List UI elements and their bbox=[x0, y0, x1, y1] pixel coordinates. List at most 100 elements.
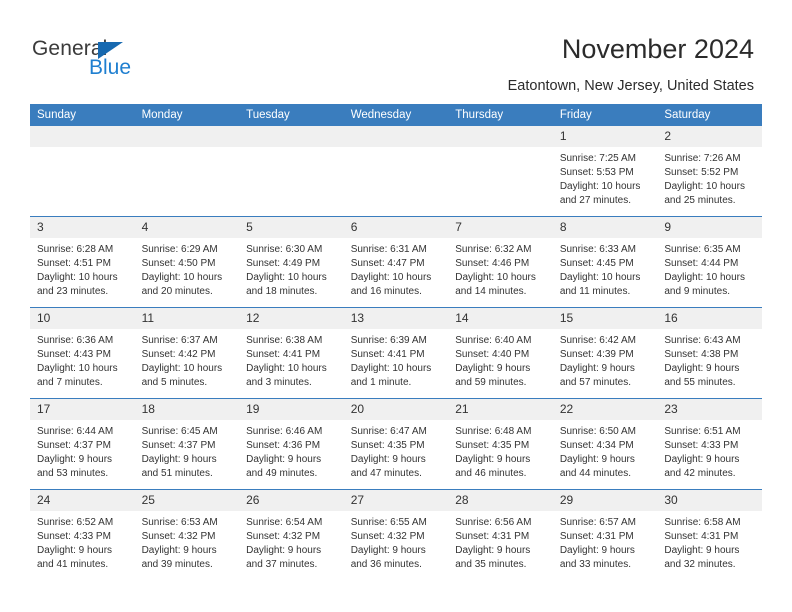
page-header: General Blue November 2024 Eatontown, Ne… bbox=[0, 0, 792, 100]
calendar-day-cell[interactable]: 12 Sunrise: 6:38 AM Sunset: 4:41 PM Dayligh… bbox=[239, 307, 344, 399]
day-number: 22 bbox=[552, 399, 658, 420]
day-number: 26 bbox=[239, 490, 344, 511]
daylight-duration-line2: and 41 minutes. bbox=[37, 559, 109, 570]
calendar-day-cell[interactable]: 25 Sunrise: 6:53 AM Sunset: 4:32 PM Dayligh… bbox=[134, 489, 240, 580]
day-number: 7 bbox=[448, 217, 553, 238]
sunrise-time: Sunrise: 6:53 AM bbox=[141, 517, 218, 528]
daylight-duration-line2: and 47 minutes. bbox=[350, 468, 422, 479]
calendar-day-cell[interactable]: 18 Sunrise: 6:45 AM Sunset: 4:37 PM Dayligh… bbox=[134, 398, 240, 490]
calendar-day-cell[interactable]: 23 Sunrise: 6:51 AM Sunset: 4:33 PM Dayligh… bbox=[657, 398, 762, 490]
day-number: 21 bbox=[448, 399, 553, 420]
sunset-time: Sunset: 4:33 PM bbox=[664, 440, 739, 451]
day-details: Sunrise: 7:26 AM Sunset: 5:52 PM Daylight:… bbox=[657, 147, 762, 208]
calendar-day-cell[interactable]: 14 Sunrise: 6:40 AM Sunset: 4:40 PM Dayligh… bbox=[448, 307, 553, 399]
calendar-day-cell[interactable]: 5 Sunrise: 6:30 AM Sunset: 4:49 PM Daylight… bbox=[239, 216, 344, 308]
calendar-day-cell[interactable]: 29 Sunrise: 6:57 AM Sunset: 4:31 PM Dayligh… bbox=[552, 489, 658, 580]
calendar-day-cell[interactable]: 24 Sunrise: 6:52 AM Sunset: 4:33 PM Dayligh… bbox=[30, 489, 135, 580]
daylight-duration-line2: and 5 minutes. bbox=[141, 377, 208, 388]
daylight-duration-line1: Daylight: 10 hours bbox=[246, 363, 327, 374]
calendar-day-cell[interactable]: 20 Sunrise: 6:47 AM Sunset: 4:35 PM Dayligh… bbox=[343, 398, 449, 490]
daylight-duration-line2: and 20 minutes. bbox=[141, 286, 213, 297]
sunrise-time: Sunrise: 6:29 AM bbox=[141, 244, 218, 255]
sunrise-time: Sunrise: 7:25 AM bbox=[559, 153, 636, 164]
calendar-day-cell[interactable]: 16 Sunrise: 6:43 AM Sunset: 4:38 PM Dayligh… bbox=[657, 307, 762, 399]
daylight-duration-line1: Daylight: 9 hours bbox=[141, 545, 217, 556]
calendar-day-cell[interactable]: 19 Sunrise: 6:46 AM Sunset: 4:36 PM Dayligh… bbox=[239, 398, 344, 490]
calendar-day-cell[interactable]: 8 Sunrise: 6:33 AM Sunset: 4:45 PM Daylight… bbox=[552, 216, 658, 308]
sunset-time: Sunset: 4:43 PM bbox=[37, 349, 111, 360]
sunset-time: Sunset: 4:38 PM bbox=[664, 349, 739, 360]
calendar-day-cell[interactable]: 11 Sunrise: 6:37 AM Sunset: 4:42 PM Dayligh… bbox=[134, 307, 240, 399]
sunset-time: Sunset: 4:35 PM bbox=[455, 440, 530, 451]
weekday-header-thursday: Thursday bbox=[448, 104, 553, 126]
sunrise-time: Sunrise: 6:30 AM bbox=[246, 244, 323, 255]
daylight-duration-line1: Daylight: 10 hours bbox=[559, 272, 641, 283]
calendar-day-cell[interactable]: 27 Sunrise: 6:55 AM Sunset: 4:32 PM Dayligh… bbox=[343, 489, 449, 580]
calendar-day-cell[interactable]: 21 Sunrise: 6:48 AM Sunset: 4:35 PM Dayligh… bbox=[448, 398, 553, 490]
sunrise-time: Sunrise: 6:39 AM bbox=[350, 335, 427, 346]
day-number: 20 bbox=[343, 399, 449, 420]
daylight-duration-line2: and 9 minutes. bbox=[664, 286, 730, 297]
daylight-duration-line1: Daylight: 10 hours bbox=[246, 272, 327, 283]
sunrise-time: Sunrise: 6:40 AM bbox=[455, 335, 532, 346]
day-details: Sunrise: 6:50 AM Sunset: 4:34 PM Daylight:… bbox=[553, 420, 658, 481]
day-details: Sunrise: 6:45 AM Sunset: 4:37 PM Daylight:… bbox=[135, 420, 240, 481]
calendar-day-cell[interactable]: 7 Sunrise: 6:32 AM Sunset: 4:46 PM Daylight… bbox=[448, 216, 553, 308]
calendar-day-cell[interactable]: 1 Sunrise: 7:25 AM Sunset: 5:53 PM Daylight… bbox=[552, 126, 658, 217]
sunset-time: Sunset: 4:33 PM bbox=[37, 531, 111, 542]
daylight-duration-line1: Daylight: 9 hours bbox=[37, 454, 113, 465]
sunset-time: Sunset: 4:32 PM bbox=[350, 531, 425, 542]
calendar-day-cell-empty bbox=[448, 126, 553, 217]
calendar-day-cell[interactable]: 15 Sunrise: 6:42 AM Sunset: 4:39 PM Dayligh… bbox=[552, 307, 658, 399]
general-blue-logo[interactable]: General Blue bbox=[32, 38, 222, 88]
daylight-duration-line1: Daylight: 10 hours bbox=[37, 272, 118, 283]
sunset-time: Sunset: 4:31 PM bbox=[455, 531, 530, 542]
sunrise-time: Sunrise: 6:33 AM bbox=[559, 244, 636, 255]
day-number: 19 bbox=[239, 399, 344, 420]
calendar-day-cell[interactable]: 6 Sunrise: 6:31 AM Sunset: 4:47 PM Daylight… bbox=[343, 216, 449, 308]
sunrise-time: Sunrise: 6:58 AM bbox=[664, 517, 741, 528]
day-details: Sunrise: 6:53 AM Sunset: 4:32 PM Daylight:… bbox=[135, 511, 240, 572]
calendar-day-cell[interactable]: 9 Sunrise: 6:35 AM Sunset: 4:44 PM Daylight… bbox=[657, 216, 762, 308]
day-number: 29 bbox=[552, 490, 658, 511]
day-number bbox=[134, 126, 240, 147]
sunrise-time: Sunrise: 6:37 AM bbox=[141, 335, 218, 346]
day-number: 8 bbox=[552, 217, 658, 238]
sunrise-time: Sunrise: 6:47 AM bbox=[350, 426, 427, 437]
calendar-day-cell[interactable]: 13 Sunrise: 6:39 AM Sunset: 4:41 PM Dayligh… bbox=[343, 307, 449, 399]
day-details: Sunrise: 6:54 AM Sunset: 4:32 PM Daylight:… bbox=[239, 511, 344, 572]
day-details: Sunrise: 6:58 AM Sunset: 4:31 PM Daylight:… bbox=[657, 511, 762, 572]
sunrise-time: Sunrise: 6:44 AM bbox=[37, 426, 114, 437]
calendar-day-cell[interactable]: 22 Sunrise: 6:50 AM Sunset: 4:34 PM Dayligh… bbox=[552, 398, 658, 490]
sunset-time: Sunset: 4:41 PM bbox=[350, 349, 425, 360]
calendar-day-cell[interactable]: 2 Sunrise: 7:26 AM Sunset: 5:52 PM Daylight… bbox=[657, 126, 762, 217]
calendar-week-row: 3 Sunrise: 6:28 AM Sunset: 4:51 PM Daylight… bbox=[30, 216, 762, 308]
daylight-duration-line1: Daylight: 10 hours bbox=[141, 272, 223, 283]
day-number: 15 bbox=[552, 308, 658, 329]
sunset-time: Sunset: 4:46 PM bbox=[455, 258, 530, 269]
daylight-duration-line1: Daylight: 10 hours bbox=[37, 363, 118, 374]
calendar-day-cell-empty bbox=[239, 126, 344, 217]
calendar-page: General Blue November 2024 Eatontown, Ne… bbox=[0, 0, 792, 612]
day-number: 3 bbox=[30, 217, 135, 238]
daylight-duration-line2: and 36 minutes. bbox=[350, 559, 422, 570]
day-details: Sunrise: 6:30 AM Sunset: 4:49 PM Daylight:… bbox=[239, 238, 344, 299]
daylight-duration-line2: and 11 minutes. bbox=[559, 286, 631, 297]
daylight-duration-line2: and 25 minutes. bbox=[664, 195, 736, 206]
sunset-time: Sunset: 4:37 PM bbox=[37, 440, 111, 451]
calendar-day-cell[interactable]: 4 Sunrise: 6:29 AM Sunset: 4:50 PM Daylight… bbox=[134, 216, 240, 308]
calendar-day-cell[interactable]: 17 Sunrise: 6:44 AM Sunset: 4:37 PM Dayligh… bbox=[30, 398, 135, 490]
calendar-day-cell[interactable]: 30 Sunrise: 6:58 AM Sunset: 4:31 PM Dayligh… bbox=[657, 489, 762, 580]
sunset-time: Sunset: 4:35 PM bbox=[350, 440, 425, 451]
day-details: Sunrise: 6:31 AM Sunset: 4:47 PM Daylight:… bbox=[344, 238, 449, 299]
calendar-header-row: Sunday Monday Tuesday Wednesday Thursday… bbox=[30, 104, 762, 126]
daylight-duration-line1: Daylight: 9 hours bbox=[37, 545, 113, 556]
calendar-day-cell[interactable]: 10 Sunrise: 6:36 AM Sunset: 4:43 PM Dayligh… bbox=[30, 307, 135, 399]
day-number: 10 bbox=[30, 308, 135, 329]
daylight-duration-line2: and 39 minutes. bbox=[141, 559, 213, 570]
daylight-duration-line2: and 44 minutes. bbox=[559, 468, 631, 479]
calendar-day-cell[interactable]: 28 Sunrise: 6:56 AM Sunset: 4:31 PM Dayligh… bbox=[448, 489, 553, 580]
sunrise-time: Sunrise: 6:55 AM bbox=[350, 517, 427, 528]
calendar-day-cell[interactable]: 26 Sunrise: 6:54 AM Sunset: 4:32 PM Dayligh… bbox=[239, 489, 344, 580]
calendar-day-cell[interactable]: 3 Sunrise: 6:28 AM Sunset: 4:51 PM Daylight… bbox=[30, 216, 135, 308]
